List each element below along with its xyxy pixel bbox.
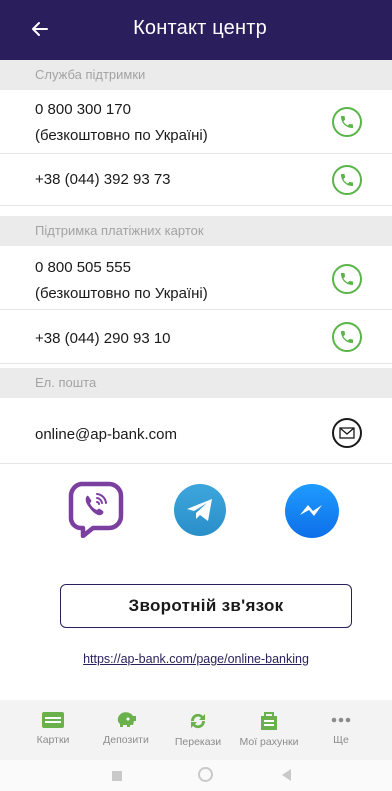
email-address: online@ap-bank.com bbox=[35, 426, 177, 443]
more-icon bbox=[331, 717, 351, 723]
tab-deposits[interactable]: Депозити bbox=[91, 710, 161, 746]
tab-label: Картки bbox=[36, 734, 70, 746]
tab-label: Ще bbox=[333, 734, 349, 746]
app-header: Контакт центр bbox=[0, 0, 392, 60]
contact-row-cards-city[interactable]: +38 (044) 290 93 10 bbox=[0, 310, 392, 364]
page-title: Контакт центр bbox=[133, 17, 267, 39]
telegram-icon[interactable] bbox=[174, 484, 226, 536]
home-icon[interactable] bbox=[198, 767, 213, 782]
system-back-icon[interactable] bbox=[282, 769, 291, 781]
tab-my-accounts[interactable]: Мої рахунки bbox=[234, 710, 304, 748]
viber-icon[interactable] bbox=[67, 480, 125, 539]
phone-number: 0 800 505 555 bbox=[35, 259, 131, 276]
messenger-icon[interactable] bbox=[285, 484, 339, 538]
system-nav-bar bbox=[0, 760, 392, 791]
phone-icon[interactable] bbox=[332, 322, 362, 352]
phone-note: (безкоштовно по Україні) bbox=[35, 127, 208, 144]
section-header-support: Служба підтримки bbox=[0, 60, 392, 90]
tab-more[interactable]: Ще bbox=[306, 710, 376, 746]
contact-row-support-free[interactable]: 0 800 300 170 (безкоштовно по Україні) bbox=[0, 90, 392, 154]
tab-label: Депозити bbox=[103, 734, 149, 746]
mail-icon[interactable] bbox=[332, 418, 362, 448]
contact-row-email[interactable]: online@ap-bank.com bbox=[0, 398, 392, 464]
phone-number: 0 800 300 170 bbox=[35, 101, 131, 118]
wallet-icon bbox=[261, 712, 277, 730]
recents-icon[interactable] bbox=[112, 771, 122, 781]
phone-note: (безкоштовно по Україні) bbox=[35, 285, 208, 302]
contact-row-support-city[interactable]: +38 (044) 392 93 73 bbox=[0, 154, 392, 206]
bottom-tab-bar: Картки Депозити Перекази Мої рахунки Ще bbox=[0, 700, 392, 760]
section-header-cards: Підтримка платіжних карток bbox=[0, 216, 392, 246]
messenger-links bbox=[0, 480, 392, 540]
tab-label: Мої рахунки bbox=[239, 736, 299, 748]
piggy-bank-icon bbox=[117, 712, 136, 727]
phone-icon[interactable] bbox=[332, 165, 362, 195]
phone-icon[interactable] bbox=[332, 264, 362, 294]
feedback-button[interactable]: Зворотній зв'язок bbox=[60, 584, 352, 628]
tab-transfers[interactable]: Перекази bbox=[163, 710, 233, 748]
phone-number: +38 (044) 392 93 73 bbox=[35, 171, 171, 188]
online-banking-link[interactable]: https://ap-bank.com/page/online-banking bbox=[0, 652, 392, 666]
contact-row-cards-free[interactable]: 0 800 505 555 (безкоштовно по Україні) bbox=[0, 246, 392, 310]
section-header-email: Ел. пошта bbox=[0, 368, 392, 398]
phone-number: +38 (044) 290 93 10 bbox=[35, 330, 171, 347]
phone-icon[interactable] bbox=[332, 107, 362, 137]
card-icon bbox=[42, 712, 64, 728]
tab-label: Перекази bbox=[174, 736, 222, 748]
transfer-icon bbox=[190, 713, 206, 729]
tab-cards[interactable]: Картки bbox=[18, 710, 88, 746]
